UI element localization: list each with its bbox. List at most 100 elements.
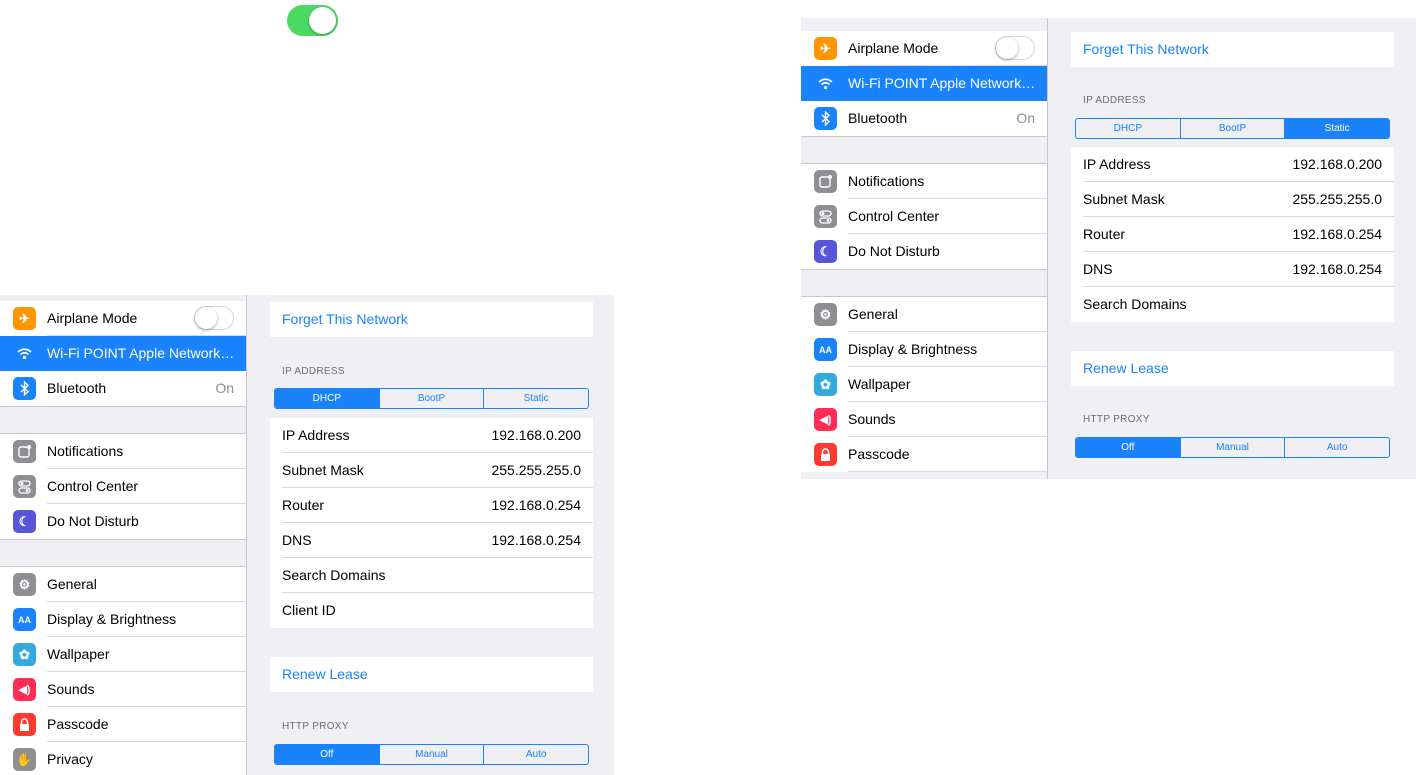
sidebar-item-notifications[interactable]: Notifications	[0, 434, 246, 469]
bluetooth-status: On	[215, 380, 234, 396]
forget-network-card: Forget This Network	[1071, 32, 1394, 67]
sidebar-item-airplane-mode[interactable]: ✈ Airplane Mode	[801, 31, 1047, 66]
forget-network-button[interactable]: Forget This Network	[1071, 32, 1394, 67]
field-client-id[interactable]: Client ID	[270, 593, 593, 628]
sidebar-item-label: General	[848, 306, 898, 322]
gear-icon: ⚙	[13, 573, 36, 596]
sidebar-item-label: Do Not Disturb	[47, 513, 139, 529]
sidebar-item-wallpaper[interactable]: ✿ Wallpaper	[0, 637, 246, 672]
speaker-icon: ◀)	[13, 678, 36, 701]
sidebar-item-wifi[interactable]: Wi-Fi POINT Apple Network…	[801, 66, 1047, 101]
lock-icon	[814, 443, 837, 466]
renew-lease-button[interactable]: Renew Lease	[270, 657, 593, 692]
renew-lease-card: Renew Lease	[270, 657, 593, 692]
sidebar-item-bluetooth[interactable]: Bluetooth On	[801, 101, 1047, 136]
field-ip-address[interactable]: IP Address 192.168.0.200	[1071, 147, 1394, 182]
sidebar-item-wifi[interactable]: Wi-Fi POINT Apple Network…	[0, 336, 246, 371]
speaker-icon: ◀)	[814, 408, 837, 431]
sidebar-item-passcode[interactable]: Passcode	[0, 707, 246, 742]
airplane-mode-toggle[interactable]	[995, 36, 1035, 60]
field-dns[interactable]: DNS 192.168.0.254	[270, 523, 593, 558]
field-ip-address[interactable]: IP Address 192.168.0.200	[270, 418, 593, 453]
segment-auto[interactable]: Auto	[1284, 438, 1389, 457]
moon-icon: ☾	[13, 510, 36, 533]
field-router[interactable]: Router 192.168.0.254	[1071, 217, 1394, 252]
moon-icon: ☾	[814, 240, 837, 263]
settings-panel-dhcp: ✈ Airplane Mode Wi-Fi POINT Apple Networ…	[0, 295, 614, 775]
field-subnet-mask[interactable]: Subnet Mask 255.255.255.0	[270, 453, 593, 488]
sidebar-item-label: General	[47, 576, 97, 592]
ip-fields-card: IP Address 192.168.0.200 Subnet Mask 255.2…	[270, 418, 593, 628]
field-value: 192.168.0.254	[1292, 226, 1382, 242]
field-subnet-mask[interactable]: Subnet Mask 255.255.255.0	[1071, 182, 1394, 217]
toggle-knob	[195, 307, 217, 329]
forget-network-card: Forget This Network	[270, 302, 593, 337]
http-proxy-header: HTTP PROXY	[282, 721, 349, 732]
segment-off[interactable]: Off	[1076, 438, 1180, 457]
sidebar-item-airplane-mode[interactable]: ✈ Airplane Mode	[0, 301, 246, 336]
sidebar-item-general[interactable]: ⚙ General	[801, 297, 1047, 332]
network-detail: Forget This Network IP ADDRESS DHCP Boot…	[1048, 18, 1416, 479]
wallpaper-icon: ✿	[13, 643, 36, 666]
segment-manual[interactable]: Manual	[1179, 438, 1285, 457]
renew-lease-card: Renew Lease	[1071, 351, 1394, 386]
sidebar-item-label: Notifications	[47, 443, 124, 459]
control-center-icon	[13, 475, 36, 498]
segment-bootp[interactable]: BootP	[378, 389, 484, 408]
sidebar-item-do-not-disturb[interactable]: ☾ Do Not Disturb	[0, 504, 246, 539]
field-value: 255.255.255.0	[1292, 191, 1382, 207]
field-search-domains[interactable]: Search Domains	[270, 558, 593, 593]
sidebar-item-general[interactable]: ⚙ General	[0, 567, 246, 602]
field-label: Search Domains	[282, 567, 386, 583]
airplane-mode-toggle[interactable]	[194, 306, 234, 330]
sidebar-item-label: Display & Brightness	[47, 611, 177, 627]
segment-static[interactable]: Static	[483, 389, 588, 408]
segment-off[interactable]: Off	[275, 745, 379, 764]
sidebar-item-label: Wi-Fi POINT Apple Network…	[848, 75, 1036, 91]
segment-dhcp[interactable]: DHCP	[1076, 119, 1180, 138]
field-label: DNS	[1083, 261, 1113, 277]
sidebar-item-control-center[interactable]: Control Center	[801, 199, 1047, 234]
field-value: 255.255.255.0	[491, 462, 581, 478]
field-label: Router	[282, 497, 325, 513]
wallpaper-icon: ✿	[814, 373, 837, 396]
sidebar-item-label: Airplane Mode	[47, 310, 138, 326]
sidebar-item-label: Wi-Fi POINT Apple Network…	[47, 345, 235, 361]
renew-lease-button[interactable]: Renew Lease	[1071, 351, 1394, 386]
sidebar-item-label: Control Center	[848, 208, 940, 224]
sidebar-item-display-brightness[interactable]: AA Display & Brightness	[0, 602, 246, 637]
field-label: Search Domains	[1083, 296, 1187, 312]
sidebar-item-sounds[interactable]: ◀) Sounds	[801, 402, 1047, 437]
segment-manual[interactable]: Manual	[378, 745, 484, 764]
segment-static[interactable]: Static	[1284, 119, 1389, 138]
ip-address-header: IP ADDRESS	[1083, 95, 1146, 106]
forget-network-button[interactable]: Forget This Network	[270, 302, 593, 337]
sidebar-item-do-not-disturb[interactable]: ☾ Do Not Disturb	[801, 234, 1047, 269]
field-dns[interactable]: DNS 192.168.0.254	[1071, 252, 1394, 287]
field-search-domains[interactable]: Search Domains	[1071, 287, 1394, 322]
sidebar-item-privacy[interactable]: ✋ Privacy	[0, 742, 246, 775]
field-value: 192.168.0.254	[491, 532, 581, 548]
segment-dhcp[interactable]: DHCP	[275, 389, 379, 408]
ip-address-header: IP ADDRESS	[282, 366, 345, 377]
sidebar-item-sounds[interactable]: ◀) Sounds	[0, 672, 246, 707]
field-router[interactable]: Router 192.168.0.254	[270, 488, 593, 523]
segment-auto[interactable]: Auto	[483, 745, 588, 764]
airplane-icon: ✈	[814, 37, 837, 60]
sidebar-item-notifications[interactable]: Notifications	[801, 164, 1047, 199]
sidebar-item-label: Display & Brightness	[848, 341, 978, 357]
standalone-toggle[interactable]	[287, 5, 338, 36]
sidebar-item-passcode[interactable]: Passcode	[801, 437, 1047, 472]
sidebar-item-wallpaper[interactable]: ✿ Wallpaper	[801, 367, 1047, 402]
field-label: DNS	[282, 532, 312, 548]
settings-panel-static: ✈ Airplane Mode Wi-Fi POINT Apple Networ…	[801, 18, 1416, 479]
field-value: 192.168.0.200	[1292, 156, 1382, 172]
display-icon: AA	[814, 338, 837, 361]
segment-bootp[interactable]: BootP	[1179, 119, 1285, 138]
sidebar-item-display-brightness[interactable]: AA Display & Brightness	[801, 332, 1047, 367]
field-value: 192.168.0.254	[1292, 261, 1382, 277]
sidebar-item-control-center[interactable]: Control Center	[0, 469, 246, 504]
wifi-icon	[814, 72, 837, 95]
field-label: Router	[1083, 226, 1126, 242]
sidebar-item-bluetooth[interactable]: Bluetooth On	[0, 371, 246, 406]
